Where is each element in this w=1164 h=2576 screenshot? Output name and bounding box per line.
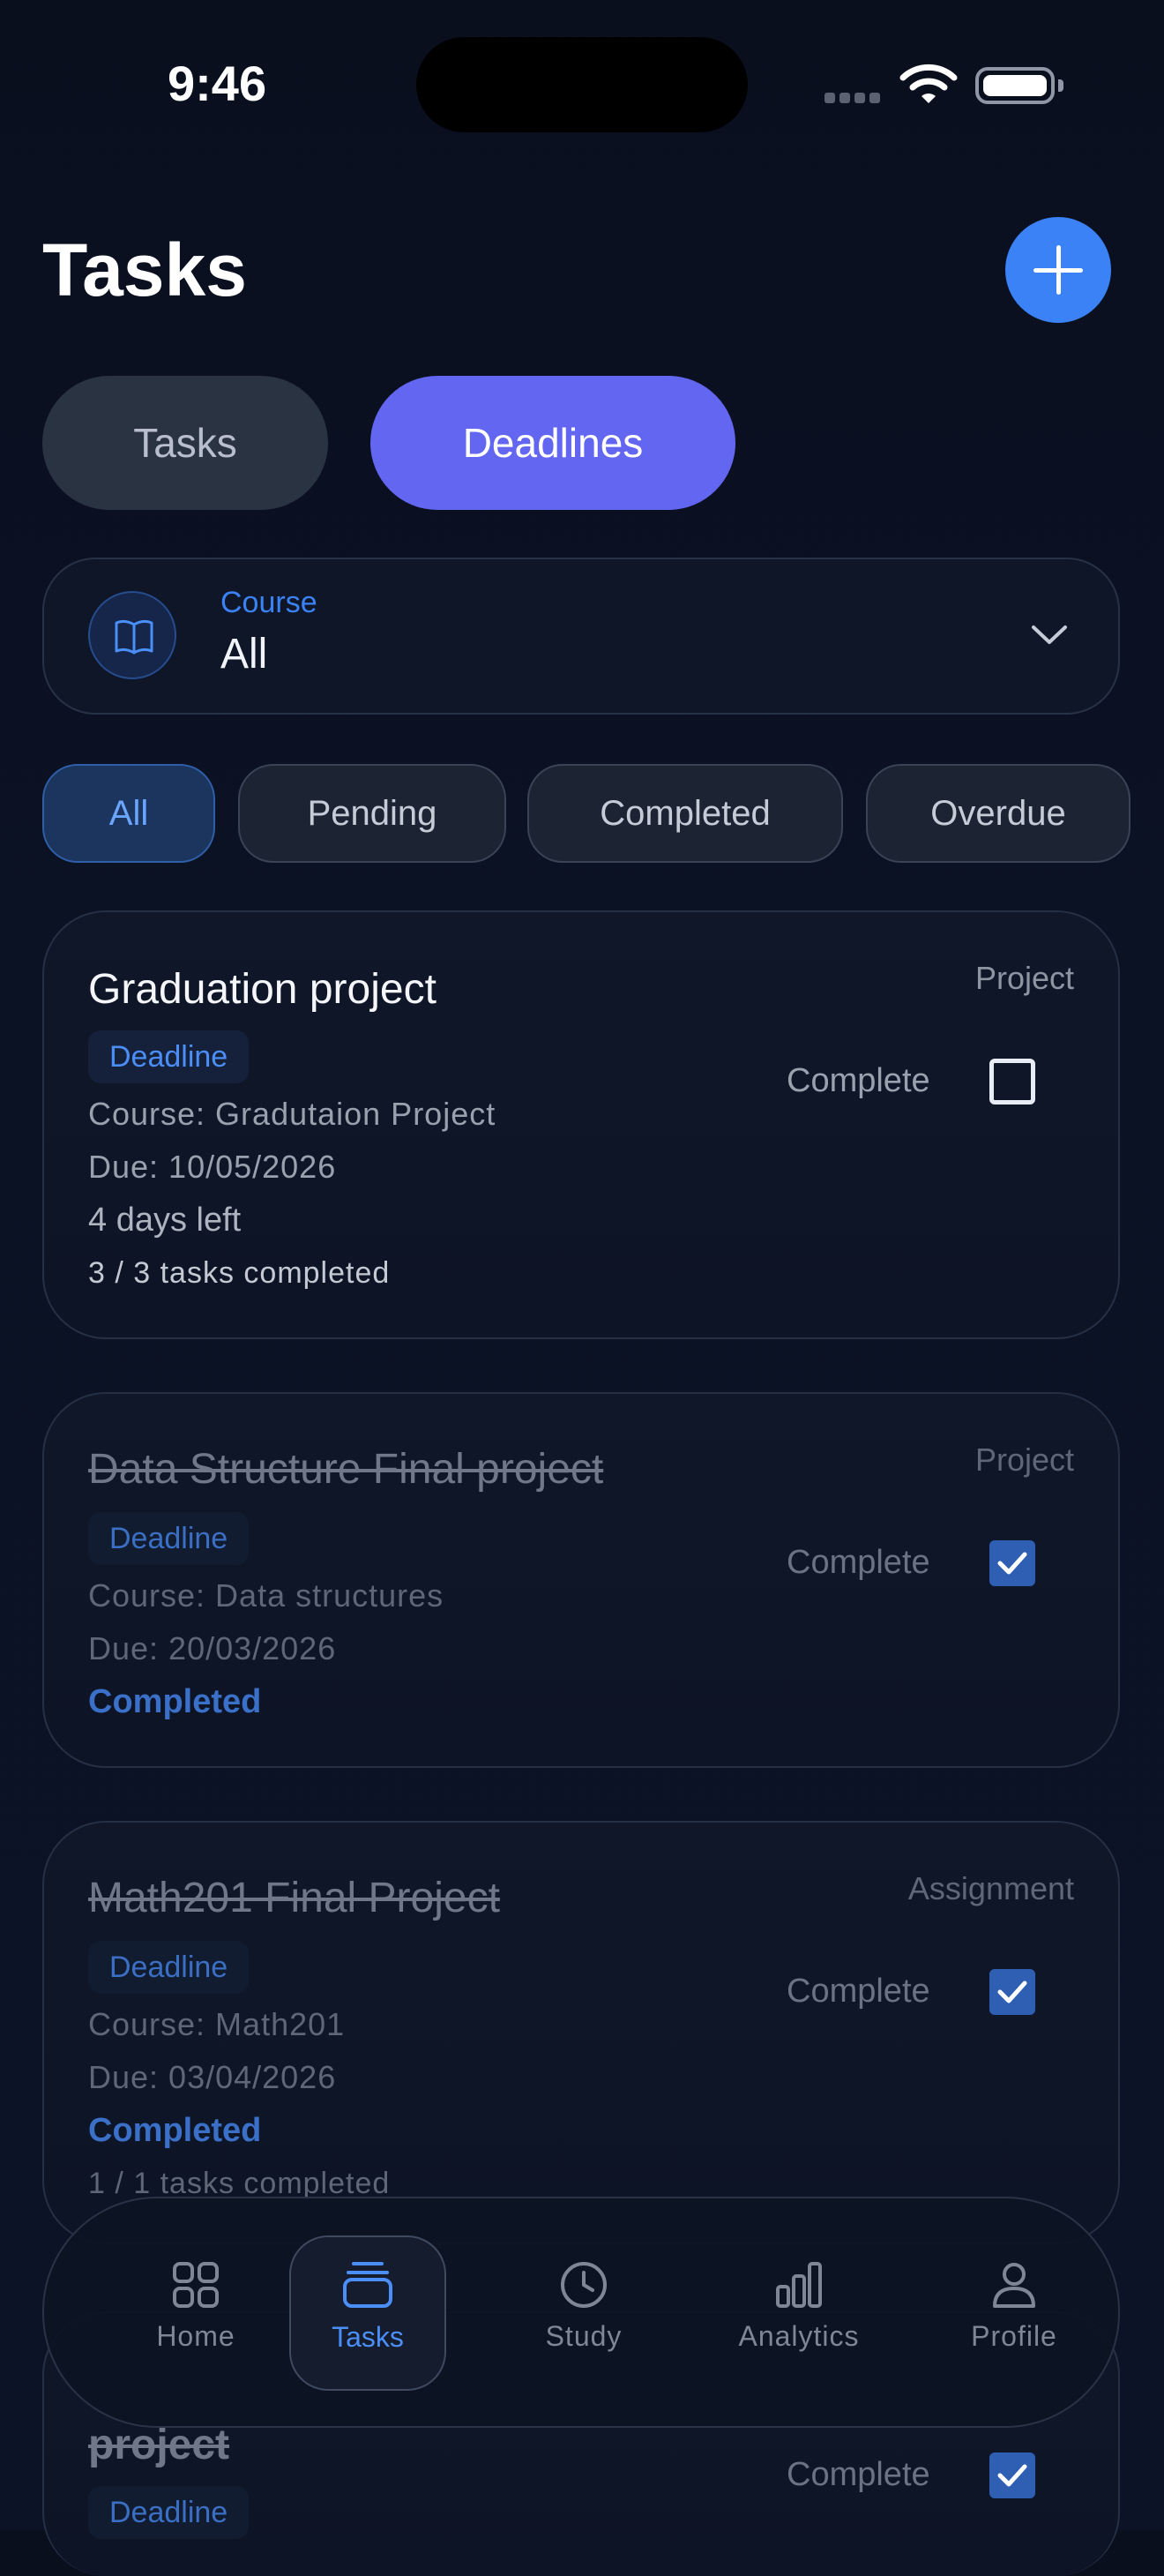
deadline-badge: Deadline (88, 1030, 250, 1083)
task-due-date: Due: 03/04/2026 (88, 2059, 337, 2095)
deadline-badge: Deadline (88, 2486, 250, 2539)
nav-analytics[interactable]: Analytics (720, 2260, 878, 2353)
nav-label: Study (545, 2320, 623, 2352)
nav-tasks[interactable]: Tasks (289, 2235, 446, 2391)
task-title: Math201 Final Project (88, 1875, 500, 1921)
nav-label: Home (156, 2320, 235, 2352)
task-title: project (88, 2422, 230, 2468)
stack-icon (343, 2262, 392, 2308)
nav-home[interactable]: Home (116, 2260, 275, 2353)
filter-chip-pending[interactable]: Pending (238, 764, 506, 863)
nav-study[interactable]: Study (504, 2260, 663, 2353)
task-status: Completed (88, 1683, 262, 1720)
task-progress: 3 / 3 tasks completed (88, 1256, 391, 1290)
nav-profile[interactable]: Profile (935, 2260, 1093, 2353)
task-type: Project (974, 1442, 1074, 1478)
complete-label: Complete (787, 1973, 930, 2010)
nav-label: Tasks (332, 2321, 404, 2353)
complete-label: Complete (787, 1062, 930, 1099)
deadline-badge: Deadline (88, 1512, 250, 1565)
complete-label: Complete (787, 1544, 930, 1581)
clock-icon (561, 2262, 607, 2308)
segment-tasks[interactable]: Tasks (42, 376, 328, 510)
complete-label: Complete (787, 2456, 930, 2493)
deadline-badge: Deadline (88, 1941, 250, 1994)
task-course: Course: Data structures (88, 1577, 444, 1614)
add-task-button[interactable] (1005, 217, 1111, 323)
course-value: All (220, 631, 268, 678)
filter-chip-completed[interactable]: Completed (527, 764, 843, 863)
dynamic-island (416, 37, 748, 132)
task-card[interactable]: Graduation project Project Deadline Cour… (42, 910, 1120, 1339)
task-type: Project (974, 960, 1074, 996)
task-type: Assignment (907, 1870, 1074, 1906)
task-card[interactable]: Math201 Final Project Assignment Deadlin… (42, 1821, 1120, 2244)
battery-icon (975, 67, 1063, 104)
complete-checkbox[interactable] (989, 2452, 1035, 2498)
complete-checkbox[interactable] (989, 1059, 1035, 1105)
bar-chart-icon (776, 2262, 822, 2308)
grid-icon (173, 2262, 219, 2308)
book-icon (88, 591, 176, 679)
cellular-signal-icon (824, 92, 884, 108)
course-label: Course (220, 586, 317, 619)
checkmark-icon (997, 2464, 1027, 2487)
task-due-date: Due: 10/05/2026 (88, 1149, 337, 1185)
complete-checkbox[interactable] (989, 1540, 1035, 1586)
wifi-icon (899, 64, 958, 110)
task-card[interactable]: Data Structure Final project Project Dea… (42, 1392, 1120, 1768)
person-icon (993, 2263, 1035, 2308)
task-due-date: Due: 20/03/2026 (88, 1630, 337, 1666)
course-dropdown[interactable]: Course All (42, 558, 1120, 715)
segment-deadlines[interactable]: Deadlines (370, 376, 735, 510)
nav-label: Analytics (738, 2320, 860, 2352)
days-left: 4 days left (88, 1202, 242, 1239)
bottom-nav: Home Tasks Study Analytics Profile (42, 2197, 1120, 2428)
checkmark-icon (997, 1552, 1027, 1575)
page-title: Tasks (42, 228, 247, 311)
checkmark-icon (997, 1981, 1027, 2003)
chevron-down-icon (1030, 623, 1069, 652)
nav-label: Profile (971, 2320, 1057, 2352)
task-title: Graduation project (88, 966, 436, 1013)
filter-chip-all[interactable]: All (42, 764, 215, 863)
task-status: Completed (88, 2112, 262, 2149)
filter-chip-overdue[interactable]: Overdue (866, 764, 1130, 863)
task-course: Course: Gradutaion Project (88, 1096, 496, 1132)
status-time: 9:46 (168, 56, 267, 111)
task-title: Data Structure Final project (88, 1446, 604, 1493)
complete-checkbox[interactable] (989, 1969, 1035, 2015)
task-course: Course: Math201 (88, 2006, 346, 2042)
